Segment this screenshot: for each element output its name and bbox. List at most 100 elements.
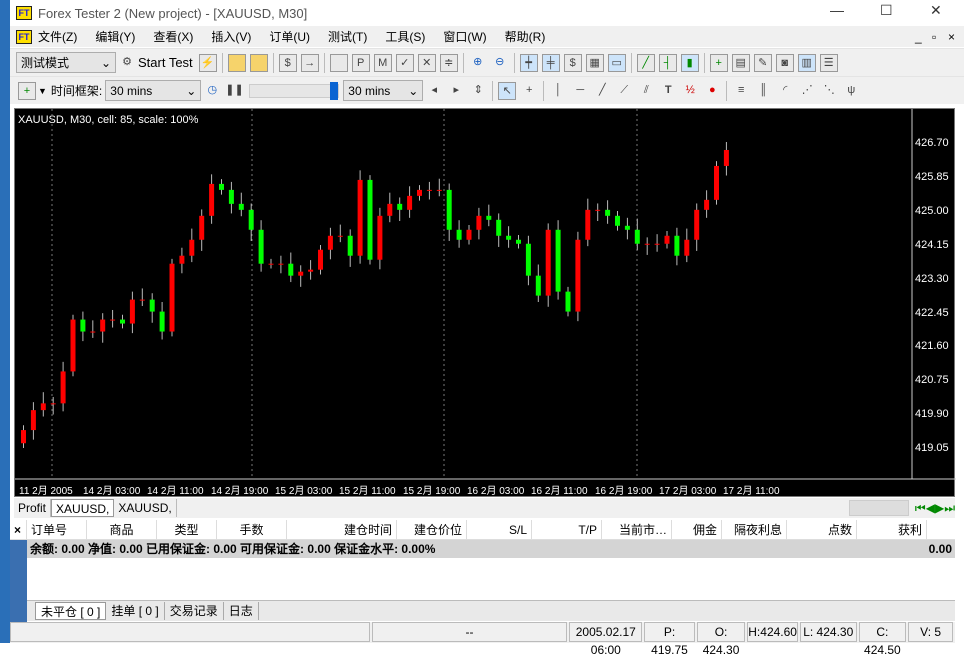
column-header[interactable]: 类型 <box>157 520 217 539</box>
save-project-icon[interactable] <box>249 53 268 72</box>
mdi-minimize-button[interactable]: _ <box>915 30 922 44</box>
start-test-button[interactable]: Start Test <box>138 55 193 70</box>
candles-icon[interactable]: ╪ <box>541 53 560 72</box>
export-icon[interactable]: → <box>300 53 319 72</box>
candle <box>199 209 205 251</box>
menu-edit[interactable]: 编辑(Y) <box>95 28 135 45</box>
ohlc-icon[interactable]: ┤ <box>658 53 677 72</box>
trend-line-icon[interactable]: ╱ <box>593 82 611 100</box>
dollar-icon[interactable]: $ <box>563 53 582 72</box>
mode-select[interactable]: 测试模式 ⌄ <box>16 52 116 73</box>
p-icon[interactable]: P <box>351 53 370 72</box>
column-header[interactable]: 商品 <box>87 520 157 539</box>
menu-window[interactable]: 窗口(W) <box>443 28 486 45</box>
column-header[interactable]: 订单号 <box>27 520 87 539</box>
m-icon[interactable]: M <box>373 53 392 72</box>
tab-journal[interactable]: 日志 <box>224 602 259 620</box>
ray-icon[interactable]: ⟋ <box>615 82 633 100</box>
price-chart[interactable]: XAUUSD, M30, cell: 85, scale: 100% 426.7… <box>14 108 956 497</box>
column-header[interactable]: 隔夜利息 <box>722 520 787 539</box>
candle <box>407 186 413 218</box>
fibo-arc-icon[interactable]: ◜ <box>776 82 794 100</box>
column-header[interactable]: S/L <box>467 520 532 539</box>
pitchfork-icon[interactable]: ψ <box>842 82 860 100</box>
speed-slider-thumb[interactable] <box>330 81 339 100</box>
menu-test[interactable]: 测试(T) <box>328 28 367 45</box>
tab-profit[interactable]: Profit <box>14 499 52 517</box>
data-center-icon[interactable]: $ <box>278 53 297 72</box>
column-header[interactable]: 建仓时间 <box>287 520 397 539</box>
step-updown-icon[interactable]: ⇕ <box>469 82 487 100</box>
line-chart-icon[interactable]: ╱ <box>636 53 655 72</box>
grid-icon[interactable]: ▦ <box>585 53 604 72</box>
new-doc-icon[interactable] <box>329 53 348 72</box>
chart-scrollbar[interactable] <box>848 500 909 516</box>
gann-icon[interactable]: ⋱ <box>820 82 838 100</box>
close-button[interactable]: ✕ <box>930 2 942 19</box>
doc-icon[interactable]: ≑ <box>439 53 458 72</box>
zoom-out-icon[interactable]: ⊖ <box>491 54 509 72</box>
new-chart-icon[interactable]: + <box>18 81 36 100</box>
tab-trade-history[interactable]: 交易记录 <box>165 602 224 620</box>
fibo-fan-icon[interactable]: ⋰ <box>798 82 816 100</box>
column-header[interactable]: 点数 <box>787 520 857 539</box>
step-back-icon[interactable]: ◂ <box>425 82 443 100</box>
column-header[interactable]: T/P <box>532 520 602 539</box>
prev-icon[interactable]: ◀ <box>926 501 935 515</box>
add-indicator-icon[interactable]: + <box>709 53 728 72</box>
fibo-lines-icon[interactable]: ≡ <box>732 82 750 100</box>
panel-icon[interactable]: ▥ <box>797 53 816 72</box>
window-icon[interactable]: ▭ <box>607 53 626 72</box>
menu-help[interactable]: 帮助(R) <box>505 28 546 45</box>
fibo-time-icon[interactable]: ║ <box>754 82 772 100</box>
horizontal-line-icon[interactable]: ─ <box>571 82 589 100</box>
pause-icon[interactable]: ❚❚ <box>225 82 243 100</box>
text-icon[interactable]: T <box>659 82 677 100</box>
shape-icon[interactable]: ● <box>703 82 721 100</box>
tab-xauusd-m30[interactable]: XAUUSD, M30 <box>51 499 115 534</box>
column-header[interactable]: 获利 <box>857 520 927 539</box>
timeframe-select[interactable]: 30 mins ⌄ <box>105 80 202 101</box>
maximize-button[interactable]: ☐ <box>880 2 893 19</box>
candle-icon[interactable]: ▮ <box>680 53 699 72</box>
menu-insert[interactable]: 插入(V) <box>211 28 251 45</box>
menu-orders[interactable]: 订单(U) <box>269 28 310 45</box>
speed-slider[interactable] <box>249 81 340 100</box>
menu-tools[interactable]: 工具(S) <box>385 28 425 45</box>
menu-view[interactable]: 查看(X) <box>153 28 193 45</box>
column-header[interactable]: 手数 <box>217 520 287 539</box>
brush-icon[interactable]: ✎ <box>753 53 772 72</box>
column-header[interactable]: 当前市… <box>602 520 672 539</box>
close-panel-icon[interactable]: × <box>10 520 27 539</box>
zoom-in-icon[interactable]: ⊕ <box>469 54 487 72</box>
open-project-icon[interactable] <box>227 53 246 72</box>
menu-file[interactable]: 文件(Z) <box>38 28 77 45</box>
bar-chart-icon[interactable]: ┿ <box>519 53 538 72</box>
minimize-button[interactable]: — <box>830 2 844 18</box>
template-icon[interactable]: ▤ <box>731 53 750 72</box>
wave-label-icon[interactable]: ½ <box>681 82 699 100</box>
list-icon[interactable]: ☰ <box>819 53 838 72</box>
check-icon[interactable]: ✓ <box>395 53 414 72</box>
first-page-icon[interactable]: ⏮ <box>915 501 926 516</box>
cursor-icon[interactable]: ↖ <box>498 81 517 100</box>
x-icon[interactable]: ✕ <box>417 53 436 72</box>
mdi-restore-button[interactable]: ▫ <box>932 30 936 44</box>
column-header[interactable]: 佣金 <box>672 520 722 539</box>
tab-xauusd-m1[interactable]: XAUUSD, M1 <box>114 499 177 533</box>
clock-icon[interactable]: ◷ <box>203 82 221 100</box>
crosshair-icon[interactable]: + <box>520 82 538 100</box>
channel-icon[interactable]: ⫽ <box>637 82 655 100</box>
dropdown-arrow-icon[interactable]: ▼ <box>38 86 47 96</box>
next-icon[interactable]: ▶ <box>935 501 944 515</box>
column-header[interactable]: 建仓价位 <box>397 520 467 539</box>
stop-test-icon[interactable]: ⚡ <box>198 53 217 72</box>
tab-pending-orders[interactable]: 挂单 [ 0 ] <box>106 602 165 620</box>
last-page-icon[interactable]: ⏭ <box>944 501 955 516</box>
tab-open-positions[interactable]: 未平仓 [ 0 ] <box>35 602 107 620</box>
speed-timeframe-select[interactable]: 30 mins ⌄ <box>343 80 424 101</box>
vertical-line-icon[interactable]: │ <box>549 82 567 100</box>
mdi-close-button[interactable]: × <box>948 30 955 44</box>
camera-icon[interactable]: ◙ <box>775 53 794 72</box>
step-forward-icon[interactable]: ▸ <box>447 82 465 100</box>
